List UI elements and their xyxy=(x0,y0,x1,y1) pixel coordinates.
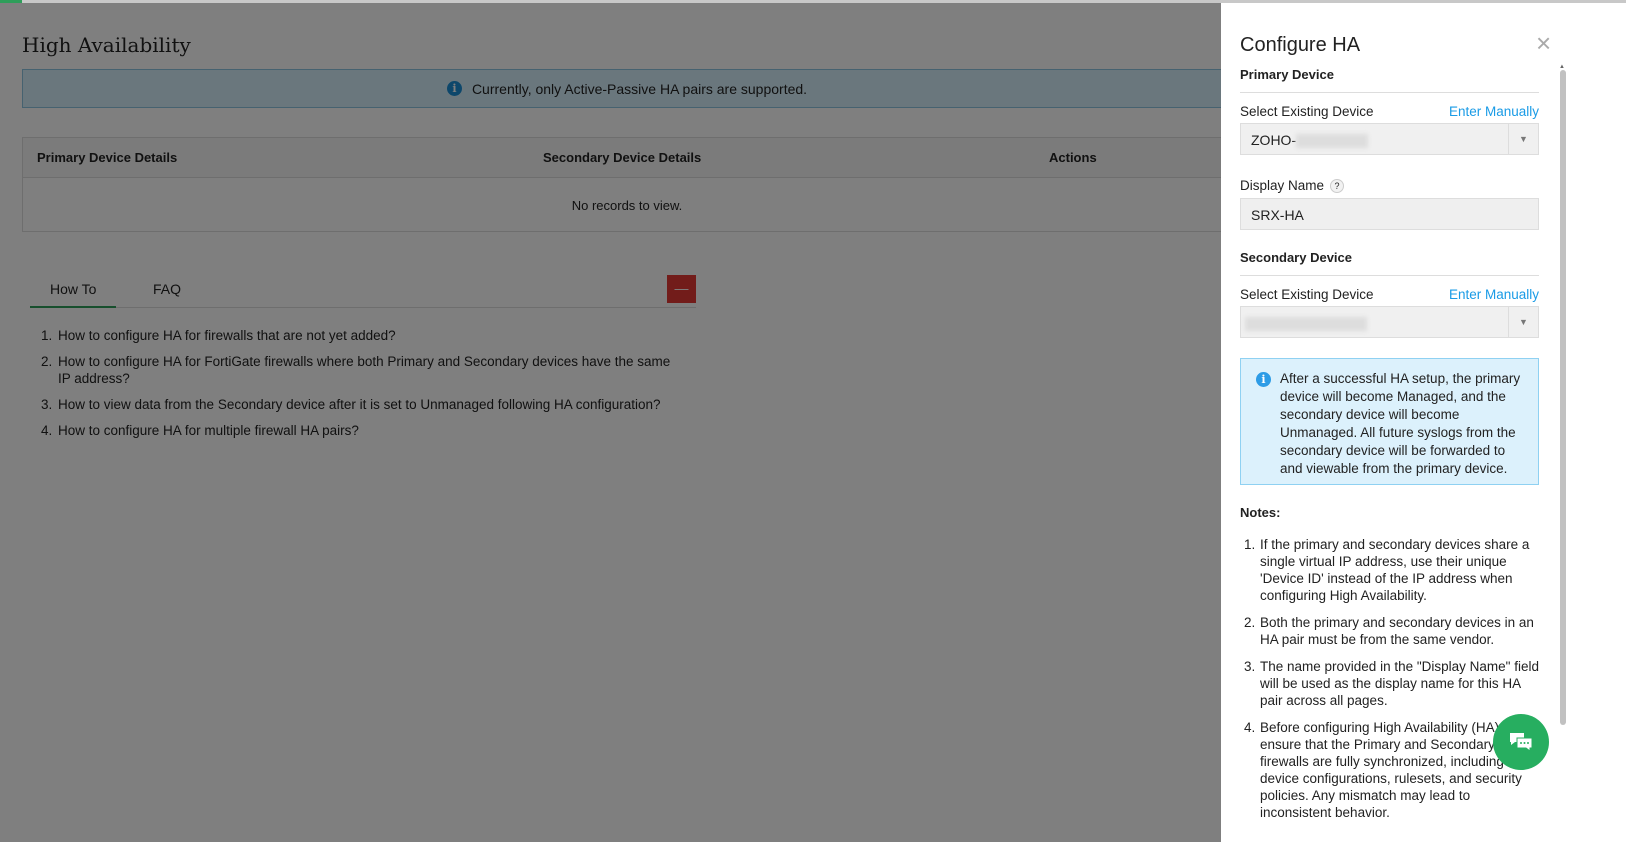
ha-info-box: i After a successful HA setup, the primar… xyxy=(1240,358,1539,485)
note-item: Both the primary and secondary devices i… xyxy=(1259,614,1541,648)
notes-heading: Notes: xyxy=(1240,505,1281,520)
help-icon[interactable]: ? xyxy=(1330,179,1345,194)
chevron-down-icon: ▼ xyxy=(1508,307,1538,337)
secondary-heading: Secondary Device xyxy=(1240,250,1539,276)
primary-select-label: Select Existing Device xyxy=(1240,104,1374,119)
panel-scrollbar[interactable] xyxy=(1560,70,1566,725)
info-text: After a successful HA setup, the primary… xyxy=(1280,371,1521,476)
display-name-label: Display Name? xyxy=(1240,178,1345,194)
primary-device-value: ZOHO- xyxy=(1251,132,1297,148)
primary-heading: Primary Device xyxy=(1240,67,1539,93)
chevron-down-icon: ▼ xyxy=(1508,124,1538,154)
primary-device-select[interactable]: ZOHO- ▼ xyxy=(1240,123,1539,155)
primary-enter-manually-link[interactable]: Enter Manually xyxy=(1449,104,1539,119)
secondary-select-label: Select Existing Device xyxy=(1240,287,1374,302)
secondary-enter-manually-link[interactable]: Enter Manually xyxy=(1449,287,1539,302)
chat-button[interactable] xyxy=(1493,714,1549,770)
panel-title: Configure HA xyxy=(1240,34,1361,56)
secondary-device-select[interactable]: ▼ xyxy=(1240,306,1539,338)
note-item: The name provided in the "Display Name" … xyxy=(1259,658,1541,709)
note-item: If the primary and secondary devices sha… xyxy=(1259,536,1541,604)
chat-icon xyxy=(1510,733,1533,752)
display-name-input[interactable]: SRX-HA xyxy=(1240,198,1539,230)
notes-list: If the primary and secondary devices sha… xyxy=(1259,536,1541,831)
info-icon: i xyxy=(1256,372,1271,387)
close-icon[interactable]: × xyxy=(1536,30,1551,56)
